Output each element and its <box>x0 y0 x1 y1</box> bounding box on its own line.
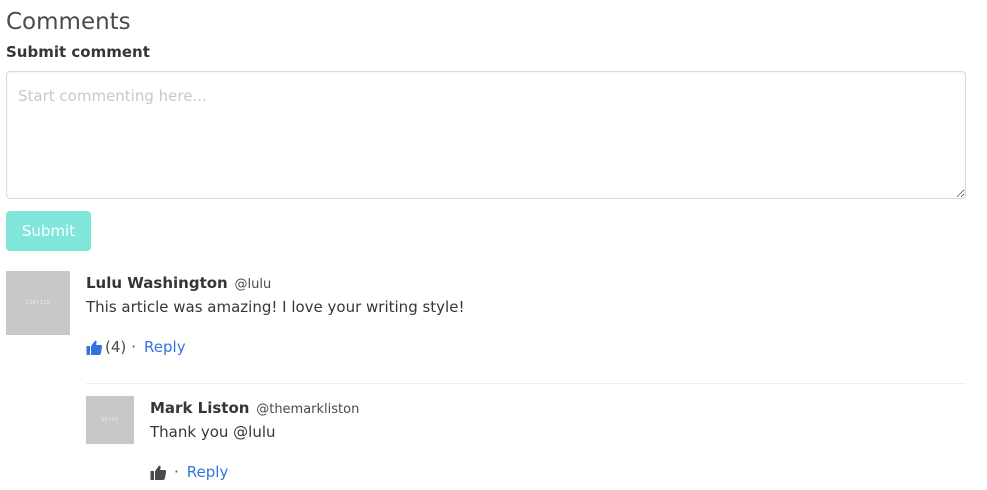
avatar-placeholder-text: 128×128 <box>25 300 51 306</box>
comment-input[interactable] <box>6 71 966 199</box>
comment-actions: · Reply <box>150 462 228 482</box>
comment-text: Thank you @lulu <box>150 423 276 441</box>
comment-text: This article was amazing! I love your wr… <box>86 298 465 316</box>
like-button[interactable]: (4) <box>86 337 126 357</box>
author-handle: @themarkliston <box>256 402 360 417</box>
reply-link[interactable]: Reply <box>187 462 229 482</box>
reply-link[interactable]: Reply <box>144 337 186 357</box>
like-button[interactable] <box>150 464 169 481</box>
author-name: Lulu Washington <box>86 274 228 292</box>
avatar: 128×128 <box>6 271 70 335</box>
author-handle: @lulu <box>234 277 272 292</box>
avatar-placeholder-text: 96×96 <box>101 417 119 423</box>
comment-author: Lulu Washington @lulu <box>86 273 271 295</box>
action-separator: · <box>131 338 137 356</box>
submit-button[interactable]: Submit <box>6 211 91 251</box>
submit-comment-label: Submit comment <box>6 43 150 61</box>
reply-divider <box>86 383 966 384</box>
thumbs-up-icon[interactable] <box>150 464 167 481</box>
comment-actions: (4) · Reply <box>86 337 186 357</box>
thumbs-up-icon[interactable] <box>86 339 103 356</box>
author-name: Mark Liston <box>150 399 250 417</box>
comment-author: Mark Liston @themarkliston <box>150 398 359 420</box>
action-separator: · <box>174 463 179 481</box>
avatar: 96×96 <box>86 396 134 444</box>
page-title: Comments <box>6 9 131 35</box>
like-count: (4) <box>105 338 127 356</box>
